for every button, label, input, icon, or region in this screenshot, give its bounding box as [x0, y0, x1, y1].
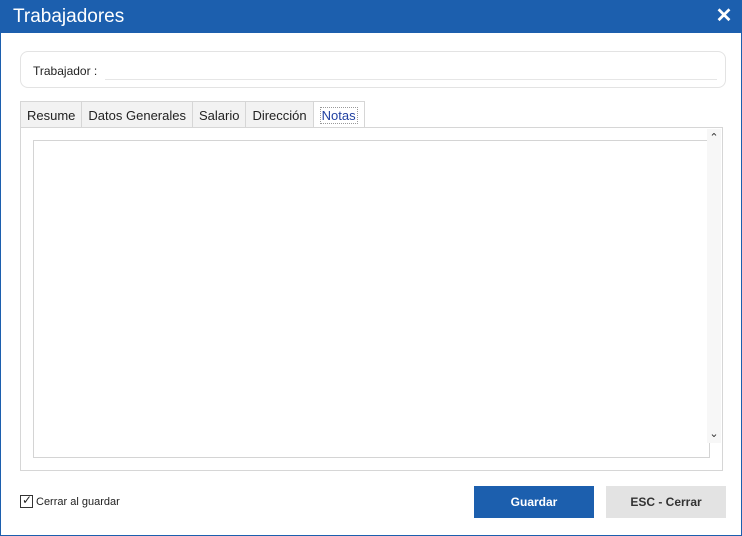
tab-notas[interactable]: Notas: [312, 101, 365, 129]
notes-scrollbar[interactable]: ⌃ ⌄: [707, 129, 721, 443]
window-title: Trabajadores: [13, 6, 125, 27]
tab-salario[interactable]: Salario: [191, 101, 247, 128]
worker-panel: Trabajador :: [20, 51, 726, 88]
esc-close-button[interactable]: ESC - Cerrar: [606, 486, 726, 518]
save-button[interactable]: Guardar: [474, 486, 594, 518]
tab-bar: Resume Datos Generales Salario Dirección…: [20, 101, 365, 129]
close-on-save-label: Cerrar al guardar: [36, 495, 120, 508]
chevron-down-icon[interactable]: ⌄: [707, 427, 721, 441]
tab-label: Datos Generales: [88, 108, 186, 123]
tab-label: Salario: [198, 108, 240, 123]
worker-input[interactable]: [105, 60, 717, 80]
notes-textarea[interactable]: [33, 140, 710, 458]
tab-direccion[interactable]: Dirección: [245, 101, 314, 128]
workers-dialog: Trabajadores ✕ Trabajador : Resume Datos…: [0, 0, 742, 536]
close-icon[interactable]: ✕: [715, 6, 733, 26]
close-on-save-option[interactable]: Cerrar al guardar: [20, 493, 120, 508]
title-bar: Trabajadores ✕: [1, 1, 741, 33]
notes-tab-panel: ⌃ ⌄: [20, 127, 723, 471]
close-on-save-checkbox[interactable]: [20, 493, 33, 508]
chevron-up-icon[interactable]: ⌃: [707, 131, 721, 145]
worker-label: Trabajador :: [33, 64, 98, 78]
tab-label: Dirección: [252, 108, 307, 123]
tab-datos-generales[interactable]: Datos Generales: [81, 101, 193, 128]
tab-label: Resume: [27, 108, 76, 123]
tab-label: Notas: [319, 107, 358, 124]
tab-resume[interactable]: Resume: [20, 101, 83, 128]
